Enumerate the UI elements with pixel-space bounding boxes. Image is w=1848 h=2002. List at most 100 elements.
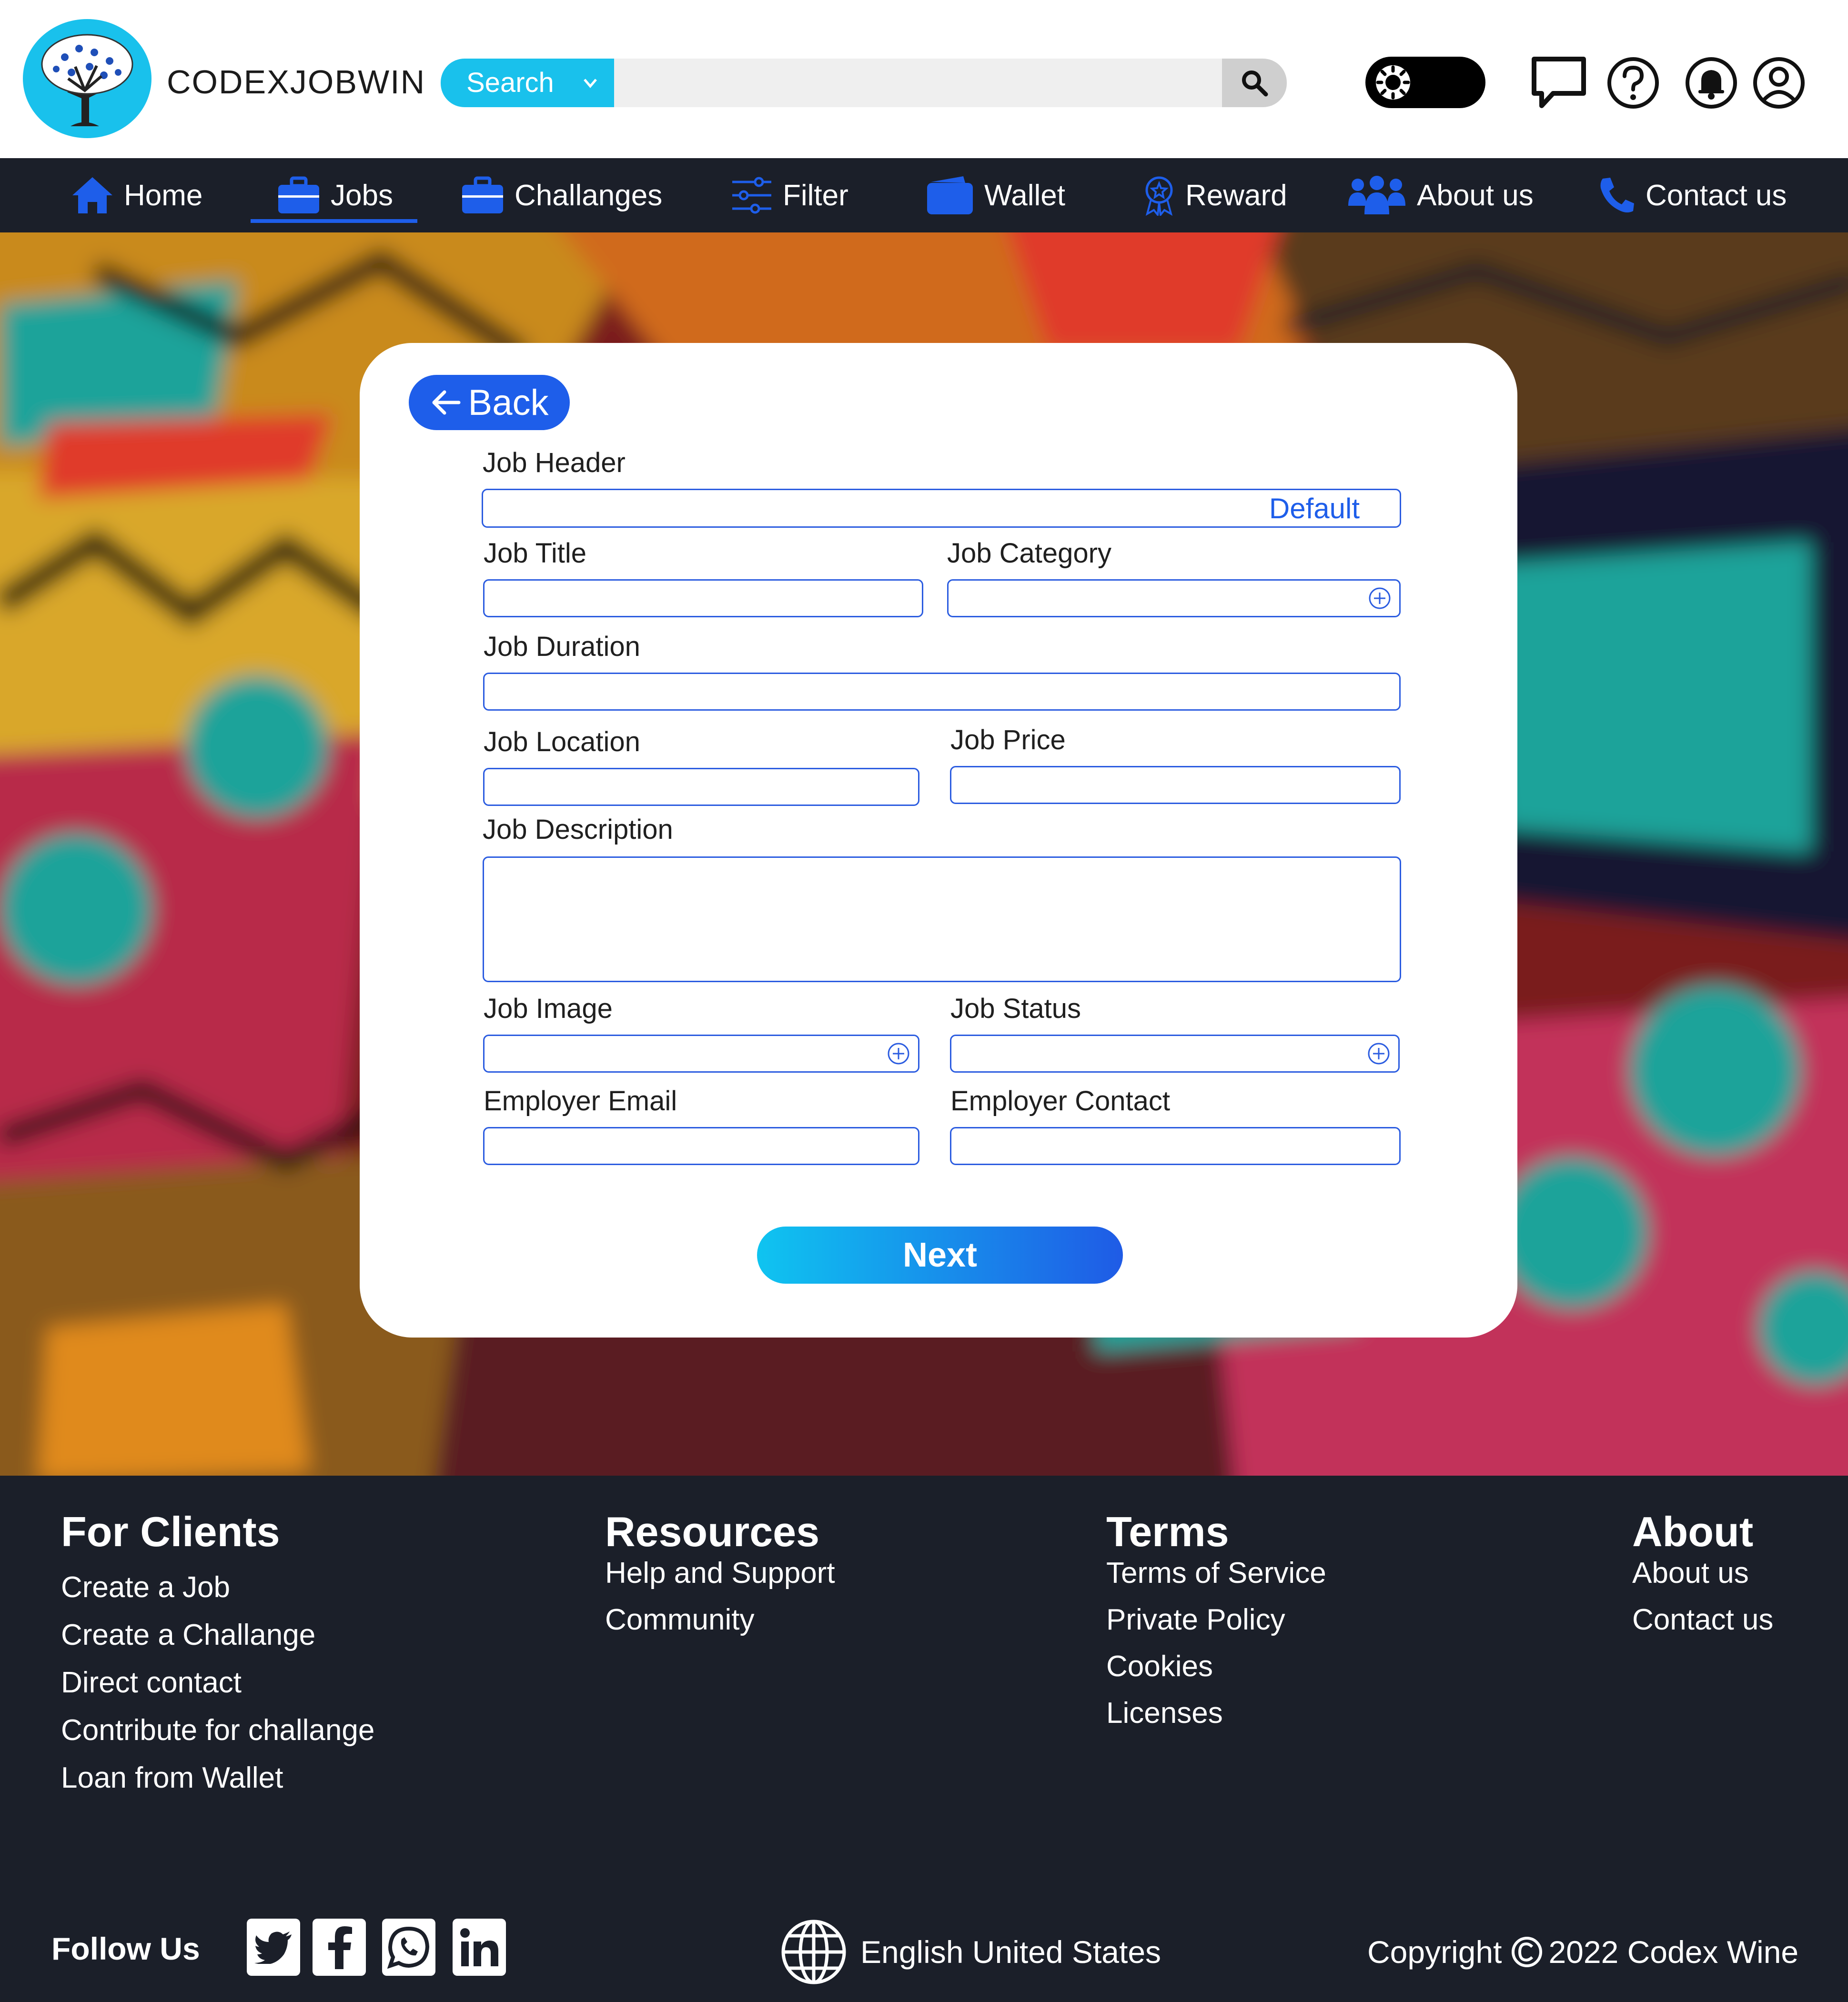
briefcase-icon [462,176,503,213]
copyright-text: 2022 Codex Wine [1548,1934,1799,1970]
help-button[interactable] [1604,53,1663,112]
nav-item-filter[interactable]: Filter [731,158,848,232]
nav-item-reward[interactable]: Reward [1143,158,1287,232]
job-header-label: Job Header [483,447,626,478]
footer-link[interactable]: About us [1632,1559,1773,1588]
back-label: Back [468,382,549,423]
tree-logo-icon [41,34,133,126]
footer-link[interactable]: Loan from Wallet [61,1763,374,1793]
job-price-field[interactable] [950,766,1401,804]
brand-name[interactable]: CODEXJOBWIN [167,63,425,101]
footer-link[interactable]: Private Policy [1106,1605,1326,1635]
language-selector[interactable]: English United States [779,1919,1161,1985]
footer-for-clients: For Clients Create a Job Create a Challa… [61,1511,374,1793]
search-input[interactable] [614,59,1222,107]
footer-link[interactable]: Create a Challange [61,1620,374,1650]
footer-heading: Resources [605,1508,820,1555]
plus-circle-icon[interactable] [887,1042,910,1066]
search-category-select[interactable]: Search [441,59,614,107]
globe-icon [781,1920,846,1984]
briefcase-icon [278,176,319,213]
nav-item-label: Filter [783,179,848,212]
search-bar: Search [441,59,1323,107]
nav-item-wallet[interactable]: Wallet [926,158,1065,232]
copyright-prefix: Copyright [1367,1934,1502,1970]
job-duration-label: Job Duration [484,631,640,662]
user-icon [1753,57,1805,109]
chat-icon [1532,57,1586,108]
twitter-link[interactable] [247,1919,300,1976]
top-header: CODEXJOBWIN Search [0,0,1848,158]
employer-email-field[interactable] [483,1127,919,1165]
footer-link[interactable]: Cookies [1106,1652,1326,1681]
home-icon [72,177,112,213]
job-location-label: Job Location [484,726,640,757]
back-button[interactable]: Back [409,375,570,430]
theme-toggle[interactable] [1365,57,1485,108]
search-button[interactable] [1222,59,1287,107]
plus-circle-icon[interactable] [1367,1042,1391,1066]
profile-button[interactable] [1749,53,1808,112]
nav-item-label: About us [1417,179,1534,212]
job-title-label: Job Title [484,538,586,569]
job-header-value: Default [1269,492,1360,524]
footer-heading: For Clients [61,1508,280,1555]
employer-contact-field[interactable] [950,1127,1401,1165]
footer-link[interactable]: Create a Job [61,1573,374,1602]
footer-link[interactable]: Contribute for challange [61,1716,374,1745]
nav-item-label: Jobs [331,179,393,212]
job-title-field[interactable] [483,579,923,617]
copyright-icon [1512,1937,1543,1967]
job-duration-field[interactable] [483,673,1401,711]
nav-item-home[interactable]: Home [71,158,202,232]
job-image-label: Job Image [484,993,613,1024]
plus-circle-icon[interactable] [1368,586,1392,610]
footer-heading: Terms [1106,1508,1229,1555]
footer-link[interactable]: Terms of Service [1106,1559,1326,1588]
logo[interactable] [23,19,151,138]
help-icon [1607,57,1659,109]
nav-item-label: Contact us [1646,179,1787,212]
sliders-icon [732,177,771,214]
job-location-field[interactable] [483,768,919,806]
create-job-form: Back Job Header Default Job Title Job Ca… [360,343,1517,1338]
job-status-label: Job Status [950,993,1081,1024]
nav-item-contact-us[interactable]: Contact us [1599,158,1787,232]
search-category-label: Search [466,67,554,98]
footer-link[interactable]: Contact us [1632,1605,1773,1635]
chevron-down-icon [581,59,600,124]
nav-item-label: Challanges [515,179,663,212]
nav-item-about-us[interactable]: About us [1347,158,1534,232]
badge-icon [1145,176,1173,216]
facebook-link[interactable] [313,1919,366,1976]
next-button[interactable]: Next [757,1227,1123,1284]
footer-resources: Resources Help and Support Community [605,1511,835,1635]
phone-icon [1600,178,1634,212]
notifications-button[interactable] [1682,53,1741,112]
whatsapp-link[interactable] [382,1919,435,1976]
chat-button[interactable] [1529,53,1588,112]
footer-heading: About [1632,1508,1754,1555]
nav-item-label: Home [124,179,203,212]
job-category-field[interactable] [947,579,1401,617]
whatsapp-icon [387,1926,430,1969]
facebook-icon [328,1926,352,1969]
footer-link[interactable]: Help and Support [605,1559,835,1588]
bell-icon [1686,57,1737,109]
search-icon [1242,70,1268,97]
footer-terms: Terms Terms of Service Private Policy Co… [1106,1511,1326,1728]
job-header-field[interactable]: Default [482,489,1401,528]
nav-item-challanges[interactable]: Challanges [461,158,662,232]
footer-link[interactable]: Community [605,1605,835,1635]
twitter-icon [254,1932,292,1964]
main-nav: Home Jobs Challanges Filter Wallet Rewar… [0,158,1848,232]
footer-link[interactable]: Direct contact [61,1668,374,1698]
job-image-field[interactable] [483,1035,919,1073]
job-description-field[interactable] [483,856,1401,982]
arrow-left-icon [432,390,461,415]
linkedin-link[interactable] [453,1919,506,1976]
footer: For Clients Create a Job Create a Challa… [0,1476,1848,2002]
job-description-label: Job Description [483,814,673,845]
job-status-field[interactable] [950,1035,1400,1073]
footer-link[interactable]: Licenses [1106,1699,1326,1728]
